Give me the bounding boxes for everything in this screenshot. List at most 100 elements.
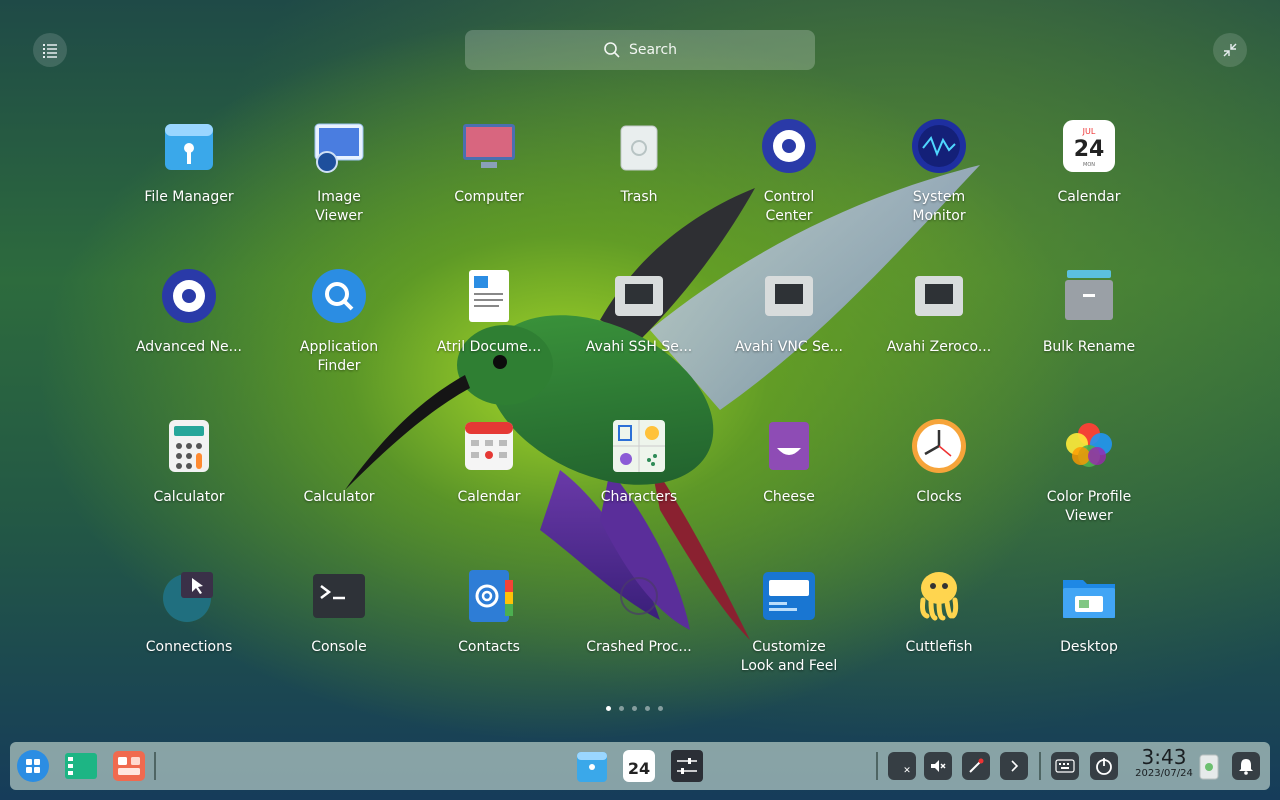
customize-look-icon xyxy=(759,566,819,626)
app-crashed-processes[interactable]: Crashed Proc... xyxy=(564,560,714,710)
app-advanced-network[interactable]: Advanced Ne... xyxy=(114,260,264,410)
dock-calendar[interactable]: 24 xyxy=(622,749,656,783)
chevron-right-icon xyxy=(1011,760,1019,772)
app-label: Contacts xyxy=(458,639,520,655)
console-icon xyxy=(309,566,369,626)
page-dot[interactable] xyxy=(606,706,611,711)
cuttlefish-icon xyxy=(909,566,969,626)
app-cheese[interactable]: Cheese xyxy=(714,410,864,560)
search-icon xyxy=(604,42,620,58)
app-label: Bulk Rename xyxy=(1042,339,1136,355)
image-viewer-icon xyxy=(309,116,369,176)
bulk-rename-icon xyxy=(1059,266,1119,326)
page-dot[interactable] xyxy=(658,706,663,711)
close-small-icon: ✕ xyxy=(903,766,911,776)
app-calculator-2[interactable]: Calculator xyxy=(264,410,414,560)
svg-text:MON: MON xyxy=(1083,162,1095,168)
avahi-vnc-icon xyxy=(759,266,819,326)
app-file-manager[interactable]: File Manager xyxy=(114,110,264,260)
multitask-view-icon xyxy=(65,753,97,779)
app-application-finder[interactable]: Application Finder xyxy=(264,260,414,410)
calendar-icon: 24 xyxy=(623,750,655,782)
app-desktop[interactable]: Desktop xyxy=(1014,560,1164,710)
app-color-profile-viewer[interactable]: Color Profile Viewer xyxy=(1014,410,1164,560)
tray-power-button[interactable] xyxy=(1090,752,1118,780)
tray-expand-button[interactable] xyxy=(1000,752,1028,780)
bell-icon xyxy=(1239,759,1253,775)
app-contacts[interactable]: Contacts xyxy=(414,560,564,710)
app-avahi-ssh[interactable]: Avahi SSH Se... xyxy=(564,260,714,410)
app-label: Advanced Ne... xyxy=(135,339,243,355)
app-label: Cheese xyxy=(763,489,815,505)
page-indicator[interactable] xyxy=(606,706,663,711)
app-bulk-rename[interactable]: Bulk Rename xyxy=(1014,260,1164,410)
app-label: Computer xyxy=(454,189,524,205)
app-calculator-1[interactable]: Calculator xyxy=(114,410,264,560)
app-label: Application Finder xyxy=(299,339,379,374)
power-icon xyxy=(1096,758,1112,775)
color-profile-viewer-icon xyxy=(1059,416,1119,476)
atril-document-icon xyxy=(459,266,519,326)
settings-sliders-icon xyxy=(671,750,703,782)
dock-clock[interactable]: 3:43 2023/07/24 xyxy=(1126,746,1202,780)
app-control-center[interactable]: Control Center xyxy=(714,110,864,260)
dock-file-manager[interactable] xyxy=(575,749,609,783)
app-computer[interactable]: Computer xyxy=(414,110,564,260)
app-customize-look[interactable]: Customize Look and Feel xyxy=(714,560,864,710)
workspace-button[interactable] xyxy=(112,749,146,783)
category-view-button[interactable] xyxy=(33,33,67,67)
launcher-icon xyxy=(17,750,49,782)
clock-time: 3:43 xyxy=(1141,745,1187,769)
page-dot[interactable] xyxy=(645,706,650,711)
app-label: File Manager xyxy=(144,189,234,205)
calculator-2-icon xyxy=(309,416,369,476)
app-label: Desktop xyxy=(1060,639,1118,655)
multitasking-button[interactable] xyxy=(64,749,98,783)
tray-network-button[interactable] xyxy=(962,752,990,780)
control-center-icon xyxy=(759,116,819,176)
app-calendar-2[interactable]: Calendar xyxy=(414,410,564,560)
file-manager-icon xyxy=(159,116,219,176)
network-disconnected-icon xyxy=(969,758,984,773)
tray-keyboard-button[interactable] xyxy=(1051,752,1079,780)
app-connections[interactable]: Connections xyxy=(114,560,264,710)
clock-date: 2023/07/24 xyxy=(1135,768,1193,779)
tray-volume-button[interactable] xyxy=(924,752,952,780)
app-trash[interactable]: Trash xyxy=(564,110,714,260)
app-label: Control Center xyxy=(763,189,815,224)
app-label: Connections xyxy=(145,639,233,655)
dock-trash[interactable] xyxy=(1192,749,1226,783)
system-monitor-icon xyxy=(909,116,969,176)
app-system-monitor[interactable]: System Monitor xyxy=(864,110,1014,260)
app-image-viewer[interactable]: Image Viewer xyxy=(264,110,414,260)
dock-calendar-day: 24 xyxy=(628,759,650,778)
app-label: Cuttlefish xyxy=(905,639,973,655)
app-cuttlefish[interactable]: Cuttlefish xyxy=(864,560,1014,710)
minimize-icon xyxy=(1223,43,1237,57)
app-label: Crashed Proc... xyxy=(586,639,692,655)
page-dot[interactable] xyxy=(632,706,637,711)
page-dot[interactable] xyxy=(619,706,624,711)
app-grid: File Manager Image Viewer Computer Trash Cont… xyxy=(114,110,1164,710)
dock: 24 ✕ 3:43 2023/07/24 xyxy=(10,742,1270,790)
app-characters[interactable]: Characters xyxy=(564,410,714,560)
avahi-zeroconf-icon xyxy=(909,266,969,326)
app-label: System Monitor xyxy=(912,189,966,224)
computer-icon xyxy=(459,116,519,176)
launcher-button[interactable] xyxy=(16,749,50,783)
crashed-processes-icon xyxy=(609,566,669,626)
app-calendar[interactable]: JUL 24 MON Calendar xyxy=(1014,110,1164,260)
app-console[interactable]: Console xyxy=(264,560,414,710)
dock-control-center[interactable] xyxy=(670,749,704,783)
tray-notification-button[interactable]: ✕ xyxy=(888,752,916,780)
app-avahi-vnc[interactable]: Avahi VNC Se... xyxy=(714,260,864,410)
app-atril-document[interactable]: Atril Docume... xyxy=(414,260,564,410)
exit-fullscreen-button[interactable] xyxy=(1213,33,1247,67)
advanced-network-icon xyxy=(159,266,219,326)
app-avahi-zeroconf[interactable]: Avahi Zeroco... xyxy=(864,260,1014,410)
notification-center-button[interactable] xyxy=(1232,752,1260,780)
app-clocks[interactable]: Clocks xyxy=(864,410,1014,560)
search-field[interactable]: Search xyxy=(465,30,815,70)
characters-icon xyxy=(609,416,669,476)
app-label: Atril Docume... xyxy=(436,339,542,355)
